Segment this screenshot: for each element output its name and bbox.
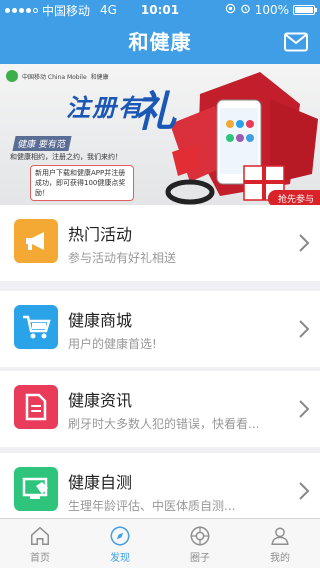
battery-icon (293, 5, 317, 15)
banner-headline: 注册有 (66, 93, 144, 122)
menu-item-subtitle: 刷牙时大多数人犯的错误，快看看... (68, 417, 260, 431)
menu-item-title: 健康商城 (68, 311, 133, 330)
status-bar: 中国移动 4G 10:01 100% (0, 0, 320, 20)
chevron-right-icon (299, 320, 310, 338)
compass-icon (110, 526, 130, 546)
menu-item-health-news[interactable]: 健康资讯 刷牙时大多数人犯的错误，快看看... (0, 371, 320, 447)
menu-item-health-mall[interactable]: 健康商城 用户的健康首选! (0, 291, 320, 367)
mail-icon[interactable] (284, 32, 308, 52)
tab-label: 发现 (110, 553, 130, 564)
shopping-cart-icon (14, 305, 58, 349)
tab-label: 我的 (270, 553, 290, 564)
menu-item-subtitle: 用户的健康首选! (68, 337, 157, 351)
china-mobile-logo (6, 70, 18, 82)
tab-discover[interactable]: 发现 (80, 519, 160, 568)
tab-circle[interactable]: 圈子 (160, 519, 240, 568)
home-icon (31, 526, 49, 545)
menu-item-title: 热门活动 (68, 225, 133, 244)
tab-label: 首页 (30, 553, 50, 564)
banner-subline: 和健康相约，注册之约，我们来约！ (10, 153, 122, 161)
alarm-icon (240, 3, 251, 17)
banner-brand-text: 和健康 (90, 73, 109, 81)
tab-bar: 首页 发现 圈子 我的 (0, 518, 320, 568)
banner-notice: 新用户下载和健康APP并注册成功，即可获得100健康点奖励！ (30, 165, 134, 201)
menu-item-title: 健康资讯 (68, 391, 133, 410)
menu-item-hot-activities[interactable]: 热门活动 参与活动有好礼相送 (0, 205, 320, 281)
menu-item-title: 健康自测 (68, 473, 133, 492)
battery-percent: 100% (254, 3, 289, 17)
chevron-right-icon (299, 482, 310, 500)
lock-rotation-icon (225, 3, 236, 17)
chevron-right-icon (299, 400, 310, 418)
document-icon (14, 385, 58, 429)
menu-item-subtitle: 生理年龄评估、中医体质自测... (68, 499, 236, 513)
banner-headline-gift: 礼 (134, 87, 177, 136)
tab-mine[interactable]: 我的 (240, 519, 320, 568)
user-icon (271, 527, 289, 545)
signal-strength-icon (5, 7, 38, 13)
promo-banner[interactable]: 中国移动 China Mobile 和健康 注册有 礼 健康 要有范 和健康相约… (0, 64, 320, 211)
chevron-right-icon (299, 234, 310, 252)
nav-bar: 和健康 (0, 20, 320, 64)
tab-home[interactable]: 首页 (0, 519, 80, 568)
app-title: 和健康 (128, 30, 192, 54)
circle-icon (190, 526, 210, 546)
network-type: 4G (100, 3, 117, 17)
banner-logos: 中国移动 China Mobile 和健康 (6, 70, 109, 82)
menu-item-subtitle: 参与活动有好礼相送 (68, 251, 177, 265)
tab-label: 圈子 (190, 553, 210, 564)
self-test-icon (14, 467, 58, 511)
banner-logo-text: 中国移动 China Mobile (22, 73, 87, 81)
banner-tag: 健康 要有范 (12, 136, 72, 151)
megaphone-icon (14, 219, 58, 263)
carrier-label: 中国移动 (42, 3, 91, 18)
